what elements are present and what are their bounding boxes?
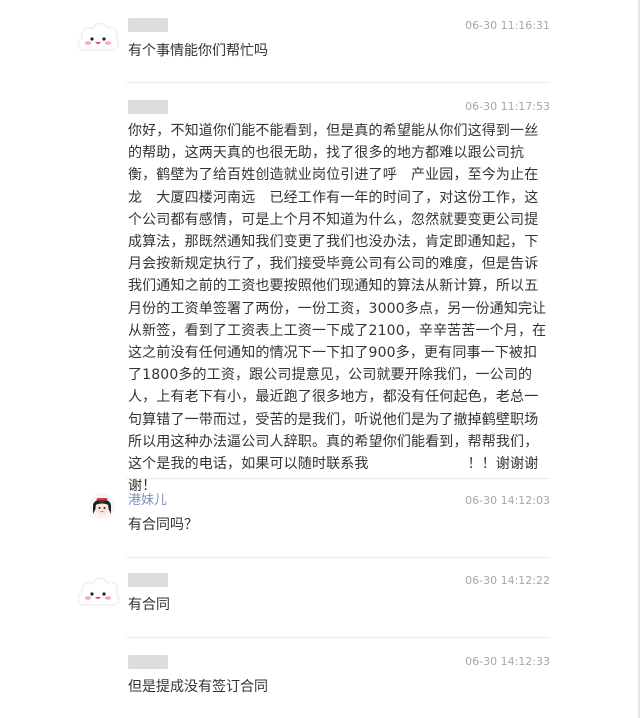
comment-text: 有合同吗？ [128, 517, 198, 533]
author-name-redacted [128, 18, 168, 32]
timestamp: 06-30 14:12:33 [465, 655, 550, 668]
timestamp: 06-30 11:16:31 [465, 19, 550, 32]
comment-item: 06-30 11:17:53 你好，不知道你们能不能看到，但是真的希望能从你们这… [0, 96, 640, 494]
cloud-avatar[interactable] [74, 14, 122, 62]
comment-item: 06-30 11:16:31 有个事情能你们帮忙吗 [0, 14, 640, 74]
timestamp: 06-30 14:12:03 [465, 494, 550, 507]
comment-item: 港妹儿 06-30 14:12:03 有合同吗？ [0, 490, 640, 550]
author-name-redacted [128, 100, 168, 114]
divider [126, 557, 550, 558]
cloud-face-icon [77, 22, 120, 51]
girl-face-icon [89, 493, 115, 519]
comment-text: 有个事情能你们帮忙吗 [128, 43, 268, 59]
comment-text: 但是提成没有签订合同 [128, 679, 268, 695]
comment-text: 你好，不知道你们能不能看到，但是真的希望能从你们这得到一丝的帮助，这两天真的也很… [128, 123, 547, 495]
comment-item: 06-30 14:12:22 有合同 [0, 569, 640, 629]
girl-avatar[interactable] [88, 492, 116, 520]
cloud-face-icon [77, 577, 120, 606]
divider [126, 478, 550, 479]
timestamp: 06-30 11:17:53 [465, 100, 550, 113]
author-name-redacted [128, 655, 168, 669]
comment-item: 06-30 14:12:33 但是提成没有签订合同 [0, 651, 640, 711]
author-name-redacted [128, 573, 168, 587]
divider [126, 637, 550, 638]
divider [126, 82, 550, 83]
comment-text: 有合同 [128, 597, 170, 613]
cloud-avatar[interactable] [74, 569, 122, 617]
timestamp: 06-30 14:12:22 [465, 574, 550, 587]
author-name[interactable]: 港妹儿 [128, 492, 167, 510]
